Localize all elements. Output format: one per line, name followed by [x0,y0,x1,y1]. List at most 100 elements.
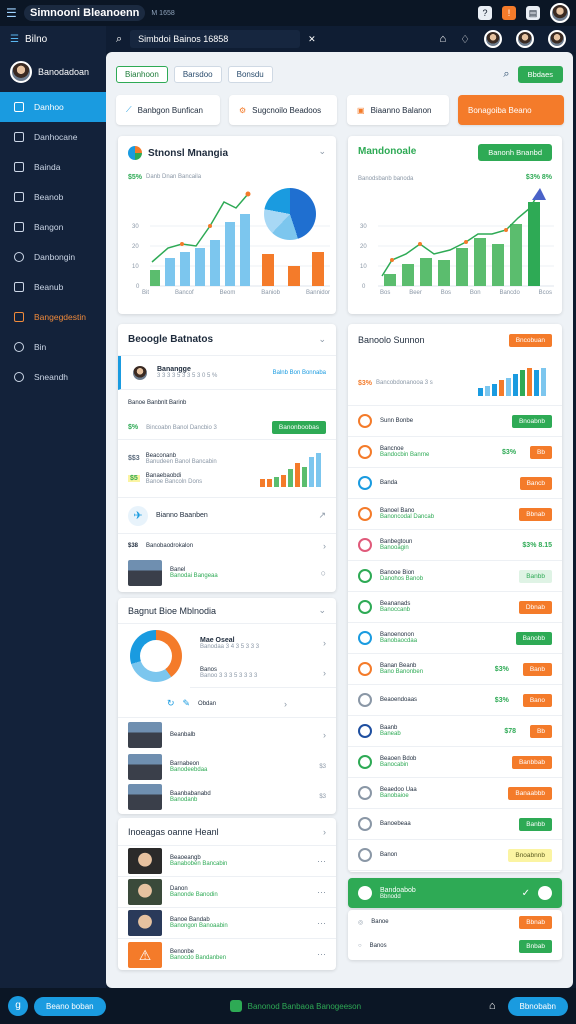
chevron-right-icon[interactable]: ↗ [318,510,326,521]
home-icon[interactable]: ⌂ [489,1000,496,1012]
bell-icon[interactable]: ♢ [460,33,470,46]
item-link[interactable]: Obdan [198,701,216,707]
more-icon[interactable]: ⋯ [317,887,326,898]
bottom-left-button[interactable]: Beano boban [34,996,106,1016]
sidebar-item-dashboard[interactable]: Danhoo [0,92,106,122]
status-badge[interactable]: Banbb [519,817,552,831]
status-badge[interactable]: Banbb [519,569,552,583]
list-item[interactable]: ○ Banos Bnbab [348,934,562,958]
app-icon[interactable]: g [8,996,28,1016]
tab-reports[interactable]: Barsdoo [173,65,222,83]
quick-action-4[interactable]: Bonagoiba Beano [458,95,564,125]
more-icon[interactable]: ○ [321,568,326,578]
list-item[interactable]: Banel Banodai Bangeaa ○ [118,558,336,588]
toggle-icon[interactable] [538,886,552,900]
list-item[interactable]: Baanbabanabd Banodanb $3 [118,782,336,812]
status-badge[interactable]: Bnoabnb [511,414,552,428]
sidebar-user[interactable]: Banodadoan [0,52,106,92]
sidebar-item-calendar[interactable]: Beanub [0,272,106,302]
sidebar-item-chart[interactable]: Bangon [0,212,106,242]
list-item[interactable]: Banon Bnoabnnb [348,840,562,871]
status-badge[interactable]: Banobb [515,631,552,645]
chevron-right-icon[interactable]: › [323,541,326,551]
list-item[interactable]: ↻ ✎ Obdan › [118,690,336,718]
chevron-right-icon[interactable]: › [323,827,326,837]
list-item[interactable]: $38 Banobaodrokalon › [118,534,336,558]
chevron-down-icon[interactable]: ⌄ [318,334,326,345]
chevron-right-icon[interactable]: › [323,668,326,678]
list-item[interactable]: Beanbalb › [118,720,336,750]
avatar[interactable] [550,3,570,23]
list-item[interactable]: $$3 Beaconanb Banudeen Banol Bancabin $5 Ba… [118,440,336,498]
more-icon[interactable]: ⋯ [317,856,326,867]
quick-action-1[interactable]: ⟋ Banbgon Bunfican [116,95,220,125]
status-badge[interactable]: Bancb [519,476,552,490]
status-badge[interactable]: Banaabbb [508,786,552,800]
list-item[interactable]: Beaedoo Uaa Banobaioe Banaabbb [348,778,562,809]
status-badge[interactable]: Banbbab [511,755,552,769]
quick-action-3[interactable]: ▣ Biaanno Balanon [347,95,449,125]
list-item[interactable]: Banoebeaa Banbb [348,809,562,840]
list-item[interactable]: Baanb Baneab $78 Bb [348,716,562,747]
tab-settings[interactable]: Bonsdu [227,65,273,83]
card-action-button[interactable]: Bncobuan [508,333,552,347]
sidebar-item-folder[interactable]: Beanob [0,182,106,212]
list-item[interactable]: ⚠ Benonbe Banocdo Bandanben ⋯ [118,939,336,970]
more-icon[interactable]: ⋯ [317,918,326,929]
status-badge[interactable]: Banonboobas [271,421,326,434]
list-item[interactable]: ✈ Bianno Baanben ↗ [118,498,336,534]
list-item[interactable]: Banoenonon Banobaocdaa Banobb [348,623,562,654]
item-link[interactable]: Balnb Bon Bonnaba [273,370,326,376]
home-icon[interactable]: ⌂ [439,33,446,45]
list-item[interactable]: Banbegtoun Banooagin $3% 8.15 [348,530,562,561]
status-badge[interactable]: Bb [530,445,552,459]
chevron-right-icon[interactable]: › [323,638,326,648]
list-item[interactable]: ◎ Banoe Bbnab [348,910,562,934]
more-icon[interactable]: ⋯ [317,949,326,960]
sidebar-item-list[interactable]: Danhocane [0,122,106,152]
list-item[interactable]: Banoel Bano Banoncodal Dancab Bbnab [348,499,562,530]
sidebar-item-mail[interactable]: Bainda [0,152,106,182]
list-item[interactable]: Beananads Banoccanb Dbnab [348,592,562,623]
sidebar-item-users[interactable]: Bin [0,332,106,362]
sidebar-item-document[interactable]: Bangegdestin [0,302,106,332]
list-item[interactable]: Banoe Bandab Banongon Banoaabin ⋯ [118,908,336,939]
status-badge[interactable]: Bnbab [519,939,552,953]
chevron-down-icon[interactable]: ⌄ [318,605,326,616]
sidebar-item-globe[interactable]: Danbongin [0,242,106,272]
list-item[interactable]: Banos Banoo 3 3 3 5 3 3 3 3 › [190,658,336,688]
list-item[interactable]: Beaoen Bdob Banocabin Banbbab [348,747,562,778]
menu-icon[interactable]: ☰ [10,34,19,45]
list-item[interactable]: Danon Banonde Banodin ⋯ [118,877,336,908]
avatar[interactable] [484,30,502,48]
list-item[interactable]: Bancnoe Bandocbin Banrne $3% Bb [348,437,562,468]
notification-icon[interactable]: ! [502,6,516,20]
status-badge[interactable]: Bbnab [519,915,552,929]
help-icon[interactable]: ? [478,6,492,20]
list-item[interactable]: Banda Bancb [348,468,562,499]
status-badge[interactable]: Bbnab [519,507,552,521]
list-item[interactable]: Barnabeon Banodeebdaa $3 [118,752,336,782]
status-badge[interactable]: Banb [522,662,552,676]
chevron-down-icon[interactable]: ⌄ [318,146,326,157]
status-badge[interactable]: Bano [522,693,552,707]
list-item[interactable]: Mae Oseal Banodaa 3 4 3 5 3 3 3 › [190,628,336,658]
list-item[interactable]: Sunn Bonbe Bnoabnb [348,406,562,437]
tab-overview[interactable]: Bianhoon [116,65,168,83]
avatar[interactable] [548,30,566,48]
list-item[interactable]: Banooe Bion Danohos Banob Banbb [348,561,562,592]
list-item[interactable]: Beaoeangb Banaboben Bancabin ⋯ [118,846,336,877]
avatar[interactable] [516,30,534,48]
sidebar-item-settings[interactable]: Sneandh [0,362,106,392]
list-item[interactable]: Beaoendoaas $3% Bano [348,685,562,716]
card-action-button[interactable]: Banonh Bnanbd [478,144,552,161]
close-icon[interactable]: ✕ [308,34,316,45]
chevron-right-icon[interactable]: › [323,730,326,740]
quick-action-2[interactable]: ⚙ Sugcnoilo Beadoos [229,95,337,125]
list-item[interactable]: Banan Beanb Bano Banonben $3% Banb [348,654,562,685]
chevron-right-icon[interactable]: › [284,699,287,709]
search-input[interactable] [130,30,301,48]
chat-icon[interactable]: ▤ [526,6,540,20]
list-item[interactable]: $% Bincoabn Banol Dancbio 3 Banonboobas [118,416,336,440]
bottom-right-button[interactable]: Bbnobabn [507,996,568,1016]
